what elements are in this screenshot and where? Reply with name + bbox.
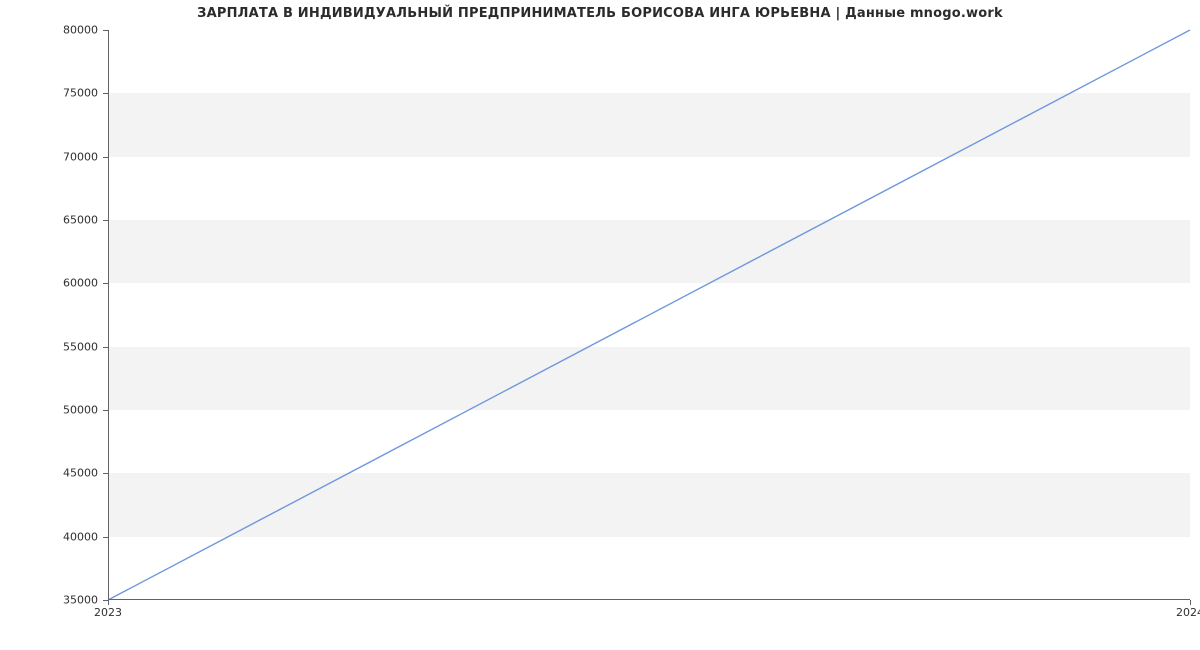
y-tick-label: 45000 [38,467,98,480]
x-tick-label: 2023 [94,606,122,619]
y-tick-label: 55000 [38,340,98,353]
x-tick-mark [1190,600,1191,605]
y-tick-mark [103,220,108,221]
y-tick-label: 65000 [38,214,98,227]
x-axis-spine [108,599,1190,600]
plot-area [108,30,1190,600]
y-tick-label: 70000 [38,150,98,163]
y-tick-label: 35000 [38,594,98,607]
y-tick-mark [103,30,108,31]
y-tick-mark [103,93,108,94]
y-tick-mark [103,283,108,284]
chart-container: ЗАРПЛАТА В ИНДИВИДУАЛЬНЫЙ ПРЕДПРИНИМАТЕЛ… [0,0,1200,650]
x-tick-label: 2024 [1176,606,1200,619]
chart-title: ЗАРПЛАТА В ИНДИВИДУАЛЬНЫЙ ПРЕДПРИНИМАТЕЛ… [0,6,1200,21]
y-tick-mark [103,347,108,348]
y-tick-mark [103,157,108,158]
x-tick-mark [108,600,109,605]
series-line-salary [108,30,1190,600]
y-tick-label: 75000 [38,87,98,100]
y-tick-label: 60000 [38,277,98,290]
y-tick-label: 40000 [38,530,98,543]
line-layer [108,30,1190,600]
y-axis-spine [108,30,109,600]
y-tick-mark [103,473,108,474]
y-tick-label: 50000 [38,404,98,417]
y-tick-mark [103,537,108,538]
y-tick-mark [103,410,108,411]
y-tick-label: 80000 [38,24,98,37]
